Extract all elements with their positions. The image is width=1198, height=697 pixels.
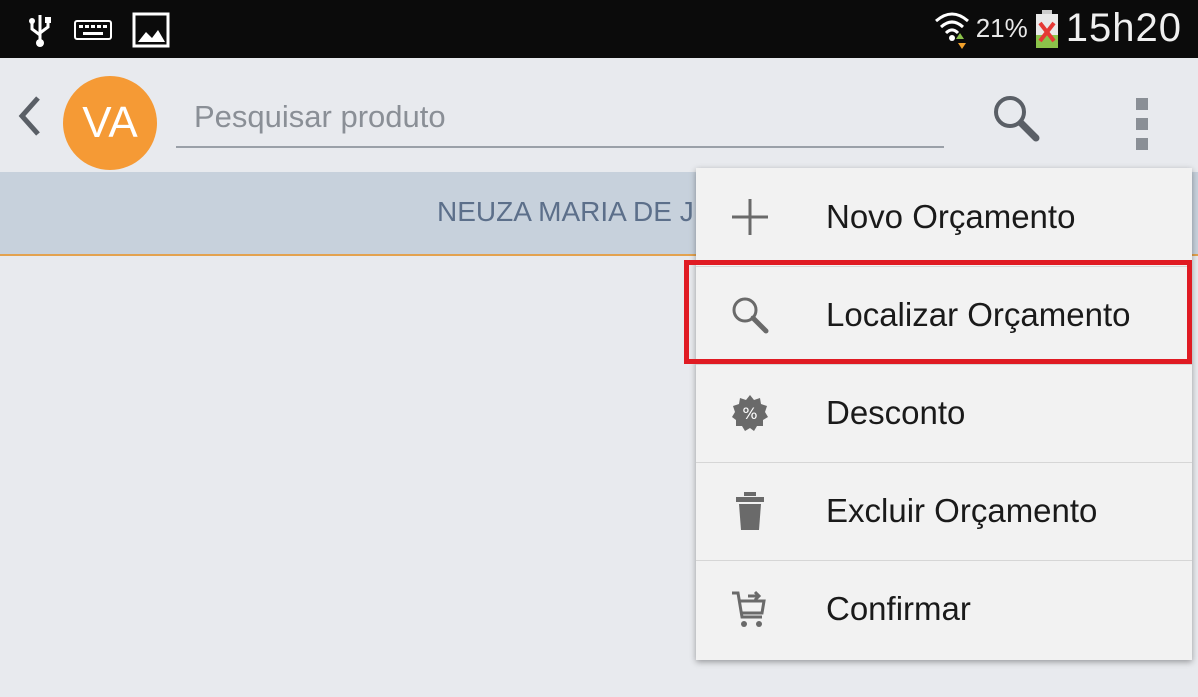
discount-badge-icon: % xyxy=(732,395,768,431)
battery-icon xyxy=(1035,9,1058,48)
search-icon xyxy=(732,297,769,334)
search-input[interactable] xyxy=(192,94,936,140)
status-bar-system: 21% 15h20 xyxy=(934,6,1182,51)
menu-item-novo-orcamento[interactable]: Novo Orçamento xyxy=(696,168,1192,267)
menu-item-localizar-orcamento[interactable]: Localizar Orçamento xyxy=(696,266,1192,365)
trash-icon xyxy=(736,492,764,530)
menu-item-label: Novo Orçamento xyxy=(826,198,1076,235)
menu-item-label: Desconto xyxy=(826,394,966,431)
wifi-icon xyxy=(934,12,969,49)
overflow-popup-menu: Novo Orçamento Localizar Orçamento % Des… xyxy=(696,168,1192,660)
battery-percent: 21% xyxy=(975,13,1028,43)
menu-item-label: Confirmar xyxy=(826,590,971,627)
search-icon[interactable] xyxy=(990,92,1042,144)
menu-item-label: Localizar Orçamento xyxy=(826,296,1131,333)
avatar-initials: VA xyxy=(82,98,138,147)
keyboard-icon xyxy=(74,20,112,40)
status-bar: 21% 15h20 xyxy=(0,0,1198,58)
overflow-menu-icon[interactable] xyxy=(1130,94,1154,154)
status-bar-notifications xyxy=(26,12,170,48)
action-bar: VA xyxy=(0,58,1198,172)
menu-item-confirmar[interactable]: Confirmar xyxy=(696,560,1192,658)
avatar[interactable]: VA xyxy=(63,76,157,170)
svg-text:%: % xyxy=(742,404,757,423)
clock: 15h20 xyxy=(1065,6,1182,50)
menu-item-desconto[interactable]: % Desconto xyxy=(696,364,1192,463)
menu-item-excluir-orcamento[interactable]: Excluir Orçamento xyxy=(696,462,1192,561)
gallery-icon xyxy=(132,12,170,48)
search-field[interactable] xyxy=(176,88,944,148)
customer-name: NEUZA MARIA DE J xyxy=(437,196,694,227)
plus-icon xyxy=(732,199,768,235)
chevron-left-icon[interactable] xyxy=(14,88,44,144)
menu-item-label: Excluir Orçamento xyxy=(826,492,1098,529)
cart-icon xyxy=(732,590,766,627)
usb-icon xyxy=(29,15,51,47)
